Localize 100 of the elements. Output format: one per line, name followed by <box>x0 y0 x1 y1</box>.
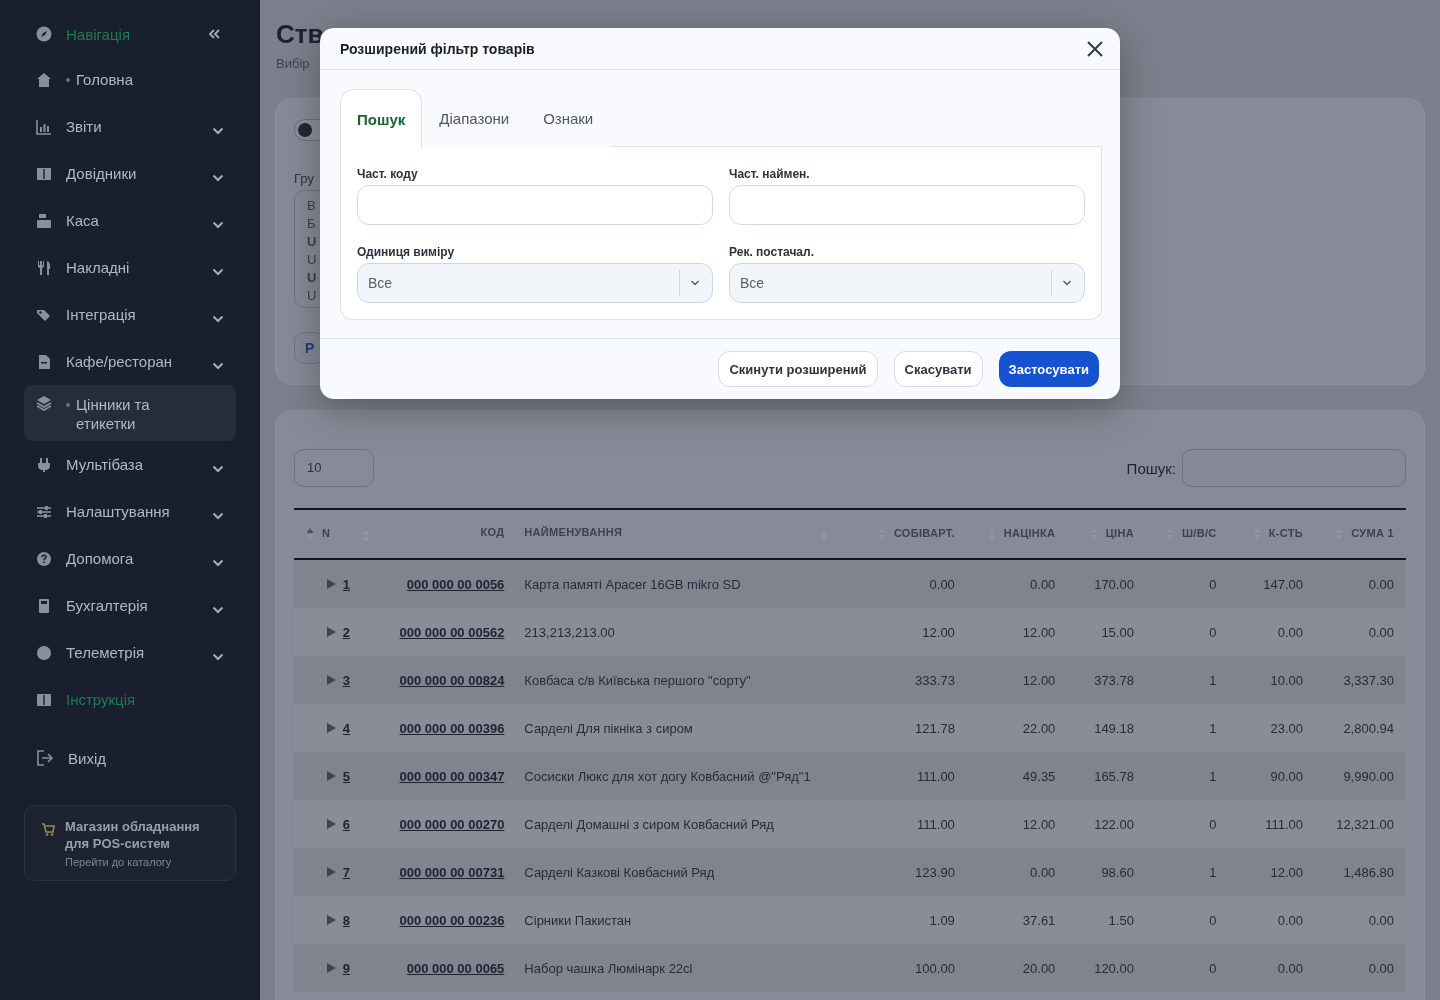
nav-heading: Навігація <box>66 25 131 43</box>
chevron-down-icon <box>212 605 224 614</box>
chevron-down-icon <box>212 126 224 135</box>
table-cell: 100.00 <box>842 944 961 992</box>
table-cell: 111.00 <box>1222 800 1309 848</box>
input-field[interactable] <box>357 185 713 225</box>
sidebar-item[interactable]: Бухгалтерія <box>24 582 236 629</box>
tab[interactable]: Діапазони <box>422 88 527 147</box>
promo-card[interactable]: Магазин обладнання для POS-систем Перейти до каталогу <box>24 805 236 881</box>
sidebar-item[interactable]: Інтеграція <box>24 291 236 338</box>
column-header[interactable]: СУМА 1 <box>1351 526 1394 539</box>
chevron-down-icon <box>212 220 224 229</box>
dialog-button[interactable]: Скинути розширений <box>718 351 878 387</box>
sidebar-item[interactable]: Телеметрія <box>24 629 236 676</box>
code-link[interactable]: 000 000 00 00270 <box>399 816 505 832</box>
field-label: Рек. постачал. <box>729 245 815 259</box>
sliders-icon <box>36 503 52 520</box>
sidebar-item[interactable]: Каса <box>24 197 236 244</box>
table-cell: 0 <box>1139 608 1223 656</box>
collapse-button[interactable] <box>208 29 220 39</box>
table-cell: 170.00 <box>1061 559 1140 608</box>
column-header[interactable]: К-СТЬ <box>1268 526 1303 539</box>
table-cell: 1 <box>1139 848 1223 896</box>
row-number-link[interactable]: 8 <box>342 912 350 928</box>
table-cell: 23.00 <box>1222 704 1309 752</box>
row-number-link[interactable]: 7 <box>342 864 350 880</box>
row-number-link[interactable]: 5 <box>342 768 350 784</box>
sidebar-item[interactable]: Звіти <box>24 103 236 150</box>
row-number-link[interactable]: 4 <box>342 720 350 736</box>
cash-register-icon <box>36 212 52 229</box>
row-number-link[interactable]: 9 <box>342 960 350 976</box>
sidebar-item[interactable]: Допомога <box>24 535 236 582</box>
calculator-icon <box>36 597 52 614</box>
close-button[interactable] <box>1086 39 1104 58</box>
table-cell: 0.00 <box>1309 944 1406 992</box>
bar-chart-icon <box>36 118 52 135</box>
sidebar-item[interactable]: Інструкція <box>24 676 236 723</box>
column-header[interactable]: ЦІНА <box>1105 526 1134 539</box>
sidebar-item[interactable]: Довідники <box>24 150 236 197</box>
row-number-link[interactable]: 6 <box>342 816 350 832</box>
sidebar-item[interactable]: Кафе/ресторан <box>24 338 236 385</box>
expand-icon <box>326 626 336 637</box>
table-cell: 0.00 <box>1222 896 1309 944</box>
sidebar-item[interactable]: Цінники та етикетки <box>24 385 236 441</box>
column-header[interactable]: Ш/В/С <box>1181 526 1217 539</box>
input-field[interactable] <box>729 185 1085 225</box>
dialog-title: Розширений фільтр товарів <box>340 40 535 57</box>
expand-icon <box>326 578 336 589</box>
tab[interactable]: Ознаки <box>526 88 611 147</box>
table-cell: 0.00 <box>1309 896 1406 944</box>
column-header[interactable]: КОД <box>480 525 505 538</box>
sidebar-item[interactable]: Мультібаза <box>24 441 236 488</box>
table-cell: 0 <box>1139 896 1223 944</box>
table-cell: Сарделі Казкові Ковбасний Ряд <box>510 848 843 896</box>
expand-icon <box>326 866 336 877</box>
search-label: Пошук: <box>1126 459 1176 477</box>
table-cell: 1 <box>1139 656 1223 704</box>
table-cell: 147.00 <box>1222 559 1309 608</box>
chevron-down-icon <box>212 267 224 276</box>
table-cell: 2,800.94 <box>1309 704 1406 752</box>
select-field[interactable]: Все <box>729 263 1085 303</box>
table-cell: Набор чашка Люмінарк 22cl <box>510 944 843 992</box>
row-number-link[interactable]: 3 <box>342 672 350 688</box>
sidebar-item[interactable]: Головна <box>24 56 236 103</box>
cart-icon <box>41 822 55 836</box>
field-label: Част. наймен. <box>729 167 811 181</box>
row-number-link[interactable]: 1 <box>342 576 350 592</box>
table-cell: 1 <box>1139 752 1223 800</box>
sidebar-item[interactable]: Накладні <box>24 244 236 291</box>
table-cell: 1.09 <box>842 896 961 944</box>
table-cell: 98.60 <box>1061 848 1140 896</box>
table-cell: 123.90 <box>842 848 961 896</box>
table-cell: 1 <box>1139 704 1223 752</box>
chevron-down-icon <box>212 173 224 182</box>
apply-button[interactable]: Застосувати <box>998 351 1099 387</box>
code-link[interactable]: 000 000 00 00236 <box>399 912 505 928</box>
tab[interactable]: Пошук <box>340 89 423 148</box>
code-link[interactable]: 000 000 00 00396 <box>399 720 505 736</box>
code-link[interactable]: 000 000 00 00562 <box>399 624 505 640</box>
catalog-link[interactable]: Перейти до каталогу <box>65 856 223 868</box>
expand-icon <box>326 914 336 925</box>
column-header[interactable]: НАЦІНКА <box>1003 526 1056 539</box>
logout-icon <box>36 749 54 767</box>
dialog-button[interactable]: Скасувати <box>893 351 983 387</box>
search-field[interactable] <box>1182 449 1406 487</box>
column-header[interactable]: НАЙМЕНУВАННЯ <box>524 525 623 538</box>
sidebar-item[interactable]: Налаштування <box>24 488 236 535</box>
logout-link[interactable]: Вихід <box>24 733 236 783</box>
column-header[interactable]: СОБІВАРТ. <box>893 526 955 539</box>
page-length-select[interactable]: 10 <box>294 449 374 487</box>
table-cell: 12.00 <box>960 800 1062 848</box>
row-number-link[interactable]: 2 <box>342 624 350 640</box>
layers-icon <box>36 395 52 411</box>
select-field[interactable]: Все <box>357 263 713 303</box>
table-cell: 3,337.30 <box>1309 656 1406 704</box>
column-header[interactable]: N <box>322 526 331 539</box>
table-cell: 121.78 <box>842 704 961 752</box>
table-cell: 20.00 <box>960 944 1062 992</box>
expand-icon <box>326 962 336 973</box>
table-cell: 0.00 <box>1222 608 1309 656</box>
